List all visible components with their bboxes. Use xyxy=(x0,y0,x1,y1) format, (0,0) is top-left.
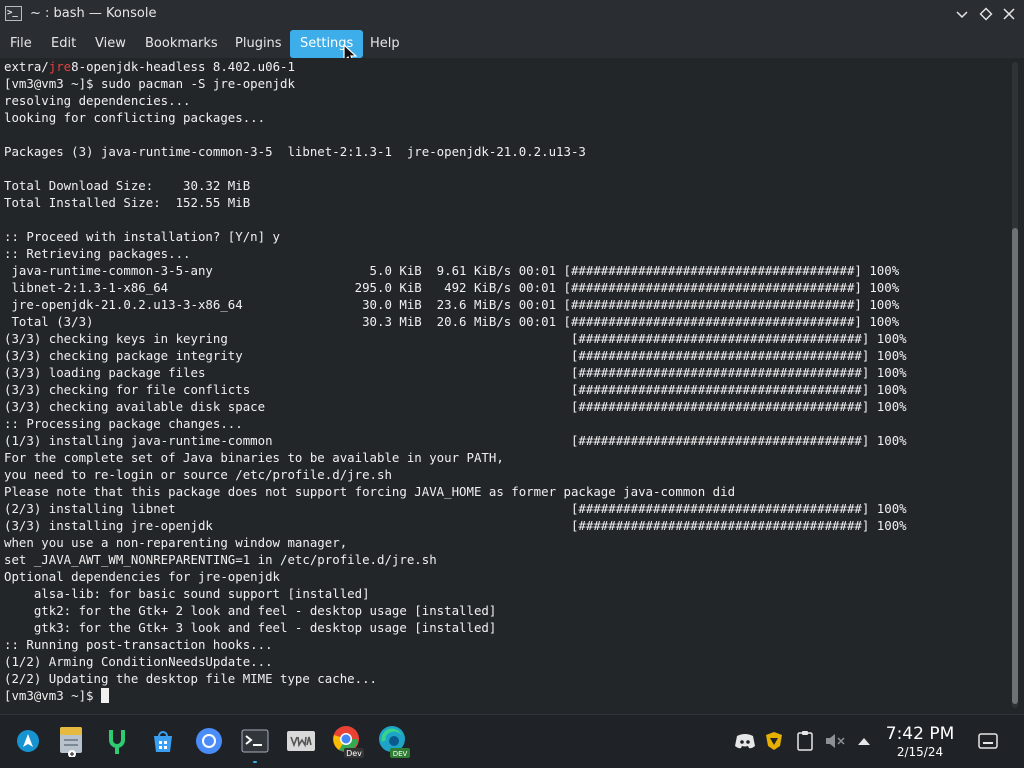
terminal-line: gtk2: for the Gtk+ 2 look and feel - des… xyxy=(4,603,497,618)
chrome-dev-badge: Dev xyxy=(346,749,362,758)
terminal-line: (2/2) Updating the desktop file MIME typ… xyxy=(4,671,377,686)
terminal-line: :: Processing package changes... xyxy=(4,416,243,431)
terminal-output[interactable]: extra/jre8-openjdk-headless 8.402.u06-1 … xyxy=(0,58,1008,712)
terminal-line: extra/jre8-openjdk-headless 8.402.u06-1 xyxy=(4,59,295,74)
terminal-line: (1/2) Arming ConditionNeedsUpdate... xyxy=(4,654,273,669)
volume-muted-icon[interactable] xyxy=(823,729,847,753)
terminal-line: (3/3) checking package integrity [######… xyxy=(4,348,907,363)
show-desktop-icon[interactable] xyxy=(976,729,1000,753)
terminal-line: Please note that this package does not s… xyxy=(4,484,736,499)
kde-connect-icon[interactable] xyxy=(99,723,135,759)
terminal-line: libnet-2:1.3-1-x86_64 295.0 KiB 492 KiB/… xyxy=(4,280,900,295)
shield-icon[interactable] xyxy=(762,729,786,753)
vmware-icon[interactable] xyxy=(283,723,319,759)
terminal-line: (3/3) checking available disk space [###… xyxy=(4,399,907,414)
clipboard-icon[interactable] xyxy=(793,729,817,753)
taskbar: Dev DEV 7:42 PM 2/15/24 xyxy=(0,714,1024,768)
terminal-line: [vm3@vm3 ~]$ sudo pacman -S jre-openjdk xyxy=(4,76,295,91)
terminal-line: For the complete set of Java binaries to… xyxy=(4,450,504,465)
menu-help[interactable]: Help xyxy=(360,30,410,58)
clock-time[interactable]: 7:42 PM xyxy=(880,724,960,744)
terminal-line: (3/3) checking for file conflicts [#####… xyxy=(4,382,907,397)
terminal-line: java-runtime-common-3-5-any 5.0 KiB 9.61… xyxy=(4,263,900,278)
maximize-icon[interactable] xyxy=(976,4,996,24)
terminal-line: (3/3) installing jre-openjdk [##########… xyxy=(4,518,907,533)
scrollbar-thumb[interactable] xyxy=(1012,228,1018,704)
menu-plugins[interactable]: Plugins xyxy=(225,30,292,58)
menu-bar: File Edit View Bookmarks Plugins Setting… xyxy=(0,29,1024,58)
konsole-icon[interactable] xyxy=(237,723,273,763)
prompt-text: [vm3@vm3 ~]$ xyxy=(4,688,101,703)
discover-store-icon[interactable] xyxy=(145,723,181,759)
terminal-prompt[interactable]: [vm3@vm3 ~]$ xyxy=(4,687,109,704)
terminal-line: looking for conflicting packages... xyxy=(4,110,266,125)
file-manager-icon[interactable] xyxy=(53,723,89,759)
terminal-line: :: Running post-transaction hooks... xyxy=(4,637,273,652)
terminal-line: alsa-lib: for basic sound support [insta… xyxy=(4,586,370,601)
terminal-line: resolving dependencies... xyxy=(4,93,191,108)
terminal-line: gtk3: for the Gtk+ 3 look and feel - des… xyxy=(4,620,497,635)
discord-icon[interactable] xyxy=(733,729,757,753)
terminal-scrollbar[interactable] xyxy=(1008,58,1024,712)
terminal-line: you need to re-login or source /etc/prof… xyxy=(4,467,392,482)
terminal-line: (3/3) loading package files [###########… xyxy=(4,365,907,380)
close-icon[interactable] xyxy=(999,4,1019,24)
edge-dev-badge: DEV xyxy=(393,750,408,758)
menu-bookmarks[interactable]: Bookmarks xyxy=(135,30,228,58)
minimize-icon[interactable] xyxy=(952,4,972,24)
menu-view[interactable]: View xyxy=(85,30,136,58)
chromium-icon[interactable] xyxy=(191,723,227,759)
terminal-line: Total Installed Size: 152.55 MiB xyxy=(4,195,251,210)
terminal-line: (3/3) checking keys in keyring [########… xyxy=(4,331,907,346)
text-cursor xyxy=(100,688,109,703)
running-indicator xyxy=(253,761,257,763)
terminal-line: when you use a non-reparenting window ma… xyxy=(4,535,348,550)
terminal-line: Total (3/3) 30.3 MiB 20.6 MiB/s 00:01 [#… xyxy=(4,314,900,329)
arch-launcher-icon[interactable] xyxy=(10,723,46,759)
terminal-line: set _JAVA_AWT_WM_NONREPARENTING=1 in /et… xyxy=(4,552,437,567)
expand-tray-icon[interactable] xyxy=(852,729,876,753)
terminal-line: (1/3) installing java-runtime-common [##… xyxy=(4,433,907,448)
chrome-dev-icon[interactable]: Dev xyxy=(329,723,365,759)
edge-dev-icon[interactable]: DEV xyxy=(375,723,411,759)
terminal-line: :: Retrieving packages... xyxy=(4,246,191,261)
window-title: ~ : bash — Konsole xyxy=(30,6,157,21)
terminal-line: jre-openjdk-21.0.2.u13-3-x86_64 30.0 MiB… xyxy=(4,297,900,312)
menu-file[interactable]: File xyxy=(0,30,42,58)
clock-date[interactable]: 2/15/24 xyxy=(880,745,960,759)
title-bar[interactable]: >_ ~ : bash — Konsole xyxy=(0,0,1024,29)
terminal-line: :: Proceed with installation? [Y/n] y xyxy=(4,229,281,244)
terminal-line: (2/3) installing libnet [###############… xyxy=(4,501,907,516)
konsole-app-icon: >_ xyxy=(5,6,22,21)
terminal-line: Total Download Size: 30.32 MiB xyxy=(4,178,251,193)
terminal-line: Packages (3) java-runtime-common-3-5 lib… xyxy=(4,144,586,159)
terminal-line: Optional dependencies for jre-openjdk xyxy=(4,569,281,584)
menu-edit[interactable]: Edit xyxy=(41,30,86,58)
